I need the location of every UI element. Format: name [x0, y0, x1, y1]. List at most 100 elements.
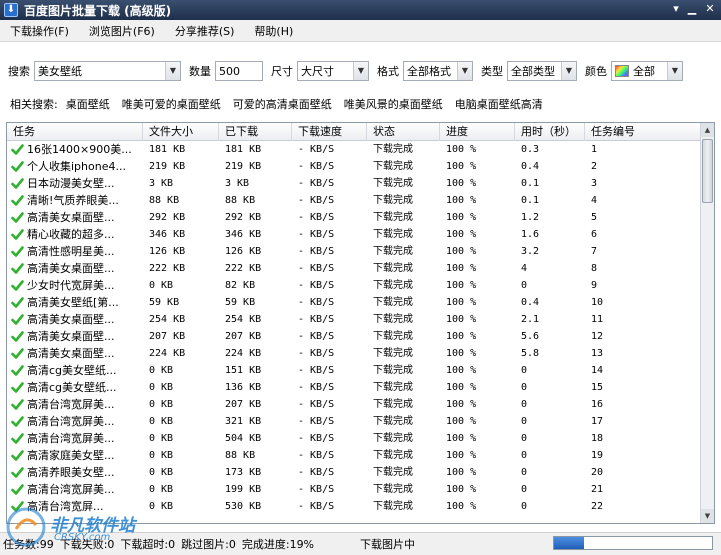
- cell-task: 清晰!气质养眼美...: [7, 192, 143, 209]
- check-icon: [11, 364, 24, 377]
- title-bar[interactable]: ⬇ 百度图片批量下载 (高级版) ▾ ▁ ✕: [0, 0, 721, 20]
- task-name: 高清cg美女壁纸...: [27, 381, 117, 394]
- check-icon: [11, 313, 24, 326]
- type-select[interactable]: 全部类型 ▼: [507, 61, 577, 81]
- cell-elapsed: 0: [521, 467, 528, 478]
- cell-progress: 100 %: [446, 161, 477, 172]
- cell-status: 下载完成: [373, 195, 413, 206]
- menu-share[interactable]: 分享推荐(S): [165, 23, 245, 39]
- cell-task-number: 5: [591, 212, 598, 223]
- cell-downloaded: 504 KB: [225, 433, 262, 444]
- column-header-elapsed[interactable]: 用时（秒）: [515, 123, 585, 141]
- chevron-down-icon[interactable]: ▼: [457, 62, 472, 80]
- color-select[interactable]: 全部 ▼: [611, 61, 683, 81]
- cell-downloaded: 254 KB: [225, 314, 262, 325]
- related-tag[interactable]: 唯美可爱的桌面壁纸: [116, 96, 227, 112]
- table-row[interactable]: 高清台湾宽屏... 0 KB 530 KB - KB/S 下载完成 100 % 0 22: [7, 498, 701, 515]
- download-icon: ⬇: [4, 3, 18, 17]
- table-row[interactable]: 高清美女桌面壁... 254 KB 254 KB - KB/S 下载完成 100 % 2.1…: [7, 311, 701, 328]
- column-header-status[interactable]: 状态: [367, 123, 440, 141]
- cell-elapsed: 0: [521, 280, 528, 291]
- table-row[interactable]: 精心收藏的超多... 346 KB 346 KB - KB/S 下载完成 100 % 1.6…: [7, 226, 701, 243]
- table-row[interactable]: 高清美女桌面壁... 224 KB 224 KB - KB/S 下载完成 100 % 5.8…: [7, 345, 701, 362]
- cell-status: 下载完成: [373, 433, 413, 444]
- format-select[interactable]: 全部格式 ▼: [403, 61, 473, 81]
- cell-elapsed: 4: [521, 263, 528, 274]
- cell-speed: - KB/S: [298, 365, 335, 376]
- column-header-file-size[interactable]: 文件大小: [143, 123, 219, 141]
- cell-file-size: 346 KB: [149, 229, 186, 240]
- chevron-down-icon[interactable]: ▼: [353, 62, 368, 80]
- table-row[interactable]: 高清cg美女壁纸... 0 KB 136 KB - KB/S 下载完成 100 % 0 15: [7, 379, 701, 396]
- related-tag[interactable]: 桌面壁纸: [60, 96, 116, 112]
- chevron-down-icon[interactable]: ▼: [667, 62, 682, 80]
- cell-speed: - KB/S: [298, 348, 335, 359]
- table-row[interactable]: 高清台湾宽屏美... 0 KB 199 KB - KB/S 下载完成 100 % 0 21: [7, 481, 701, 498]
- cell-progress: 100 %: [446, 229, 477, 240]
- menu-download[interactable]: 下载操作(F): [0, 23, 79, 39]
- cell-task-number: 10: [591, 297, 604, 308]
- cell-downloaded: 222 KB: [225, 263, 262, 274]
- cell-speed: - KB/S: [298, 467, 335, 478]
- cell-progress: 100 %: [446, 280, 477, 291]
- related-tag[interactable]: 唯美风景的桌面壁纸: [338, 96, 449, 112]
- column-header-speed[interactable]: 下载速度: [292, 123, 367, 141]
- scroll-up-icon[interactable]: ▲: [701, 123, 714, 137]
- menu-browse[interactable]: 浏览图片(F6): [79, 23, 165, 39]
- cell-elapsed: 0.1: [521, 178, 540, 189]
- table-row[interactable]: 高清台湾宽屏美... 0 KB 504 KB - KB/S 下载完成 100 % 0 18: [7, 430, 701, 447]
- dropdown-menu-icon[interactable]: ▾: [669, 2, 683, 16]
- check-icon: [11, 398, 24, 411]
- table-row[interactable]: 少女时代宽屏美... 0 KB 82 KB - KB/S 下载完成 100 % 0 9: [7, 277, 701, 294]
- cell-task: 高清台湾宽屏美...: [7, 396, 143, 413]
- related-tag[interactable]: 可爱的高清桌面壁纸: [227, 96, 338, 112]
- cell-speed: - KB/S: [298, 382, 335, 393]
- table-row[interactable]: 高清美女壁纸[第... 59 KB 59 KB - KB/S 下载完成 100 % 0.4 1…: [7, 294, 701, 311]
- cell-file-size: 0 KB: [149, 450, 174, 461]
- search-input[interactable]: 美女壁纸 ▼: [34, 61, 181, 81]
- related-tag[interactable]: 电脑桌面壁纸高清: [449, 96, 549, 112]
- size-select[interactable]: 大尺寸 ▼: [297, 61, 369, 81]
- minimize-button[interactable]: ▁: [685, 2, 699, 16]
- check-icon: [11, 262, 24, 275]
- table-row[interactable]: 日本动漫美女壁... 3 KB 3 KB - KB/S 下载完成 100 % 0.1 3: [7, 175, 701, 192]
- cell-status: 下载完成: [373, 212, 413, 223]
- cell-elapsed: 0: [521, 450, 528, 461]
- check-icon: [11, 466, 24, 479]
- cell-elapsed: 2.1: [521, 314, 540, 325]
- cell-elapsed: 0: [521, 365, 528, 376]
- count-input[interactable]: 500: [215, 61, 263, 81]
- column-header-progress[interactable]: 进度: [440, 123, 515, 141]
- table-row[interactable]: 清晰!气质养眼美... 88 KB 88 KB - KB/S 下载完成 100 % 0.1 4: [7, 192, 701, 209]
- cell-speed: - KB/S: [298, 280, 335, 291]
- table-row[interactable]: 高清美女桌面壁... 222 KB 222 KB - KB/S 下载完成 100 % 4 8: [7, 260, 701, 277]
- table-row[interactable]: 高清cg美女壁纸... 0 KB 151 KB - KB/S 下载完成 100 % 0 14: [7, 362, 701, 379]
- table-row[interactable]: 高清美女桌面壁... 207 KB 207 KB - KB/S 下载完成 100 % 5.6…: [7, 328, 701, 345]
- table-row[interactable]: 高清美女桌面壁... 292 KB 292 KB - KB/S 下载完成 100 % 1.2…: [7, 209, 701, 226]
- table-row[interactable]: 高清性感明星美... 126 KB 126 KB - KB/S 下载完成 100 % 3.2…: [7, 243, 701, 260]
- column-header-downloaded[interactable]: 已下载: [219, 123, 292, 141]
- table-row[interactable]: 高清台湾宽屏美... 0 KB 321 KB - KB/S 下载完成 100 % 0 17: [7, 413, 701, 430]
- cell-progress: 100 %: [446, 144, 477, 155]
- table-row[interactable]: 高清台湾宽屏美... 0 KB 207 KB - KB/S 下载完成 100 % 0 16: [7, 396, 701, 413]
- table-row[interactable]: 个人收集iphone4... 219 KB 219 KB - KB/S 下载完成 100 …: [7, 158, 701, 175]
- cell-task: 日本动漫美女壁...: [7, 175, 143, 192]
- check-icon: [11, 415, 24, 428]
- chevron-down-icon[interactable]: ▼: [165, 62, 180, 80]
- scrollbar-thumb[interactable]: [702, 139, 713, 203]
- table-row[interactable]: 16张1400×900美... 181 KB 181 KB - KB/S 下载完成 100…: [7, 141, 701, 158]
- search-toolbar: 搜索 美女壁纸 ▼ 数量 500 尺寸 大尺寸 ▼ 格式 全部格式 ▼ 类型 全…: [0, 58, 721, 84]
- close-button[interactable]: ✕: [703, 2, 717, 16]
- task-name: 高清cg美女壁纸...: [27, 364, 117, 377]
- menu-help[interactable]: 帮助(H): [244, 23, 303, 39]
- table-row[interactable]: 高清养眼美女壁... 0 KB 173 KB - KB/S 下载完成 100 % 0 20: [7, 464, 701, 481]
- vertical-scrollbar[interactable]: ▲ ▼: [700, 123, 714, 523]
- column-header-task[interactable]: 任务: [7, 123, 143, 141]
- scroll-down-icon[interactable]: ▼: [701, 509, 714, 523]
- cell-progress: 100 %: [446, 467, 477, 478]
- table-row[interactable]: 高清家庭美女壁... 0 KB 88 KB - KB/S 下载完成 100 % 0 19: [7, 447, 701, 464]
- table-body: 16张1400×900美... 181 KB 181 KB - KB/S 下载完成 100…: [7, 141, 701, 523]
- column-header-task-number[interactable]: 任务编号: [585, 123, 701, 141]
- cell-task: 高清cg美女壁纸...: [7, 362, 143, 379]
- chevron-down-icon[interactable]: ▼: [561, 62, 576, 80]
